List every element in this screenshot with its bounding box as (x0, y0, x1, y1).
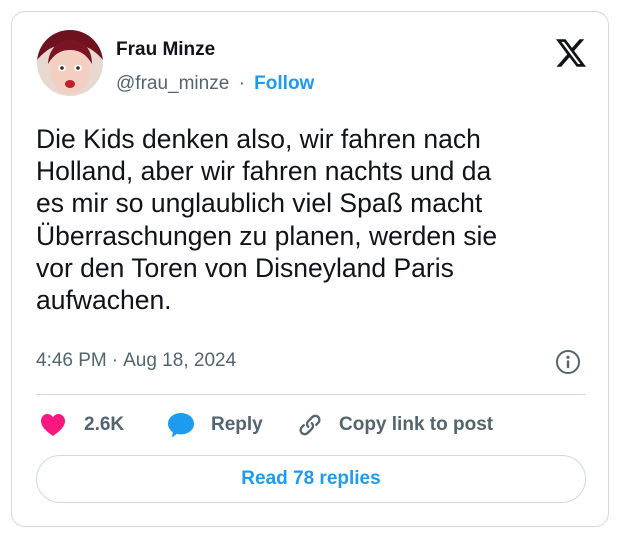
copy-link-button[interactable]: Copy link to post (297, 410, 493, 440)
info-icon[interactable] (555, 349, 581, 375)
avatar-image (37, 30, 103, 96)
like-count: 2.6K (84, 414, 125, 435)
author-name[interactable]: Frau Minze (116, 39, 215, 61)
divider (36, 394, 586, 395)
tweet-date: Aug 18, 2024 (123, 350, 237, 371)
handle-separator: · (238, 73, 245, 94)
author-handle[interactable]: @frau_minze (116, 73, 229, 94)
read-replies-button[interactable]: Read 78 replies (36, 455, 586, 503)
reply-bubble-icon (168, 413, 194, 438)
reply-button[interactable]: Reply (167, 410, 263, 440)
x-logo-icon[interactable] (556, 39, 586, 67)
tweet-timestamp[interactable]: 4:46 PM · Aug 18, 2024 (36, 350, 236, 372)
link-icon (299, 414, 321, 436)
tweet-time: 4:46 PM (36, 350, 107, 371)
reply-label: Reply (211, 414, 263, 435)
heart-icon (41, 414, 65, 436)
tweet-card: Frau Minze @frau_minze · Follow Die Kids… (11, 11, 609, 527)
like-button[interactable]: 2.6K (40, 410, 124, 440)
author-handle-line: @frau_minze · Follow (116, 73, 314, 95)
tweet-text: Die Kids denken also, wir fahren nach Ho… (36, 124, 498, 316)
timestamp-separator: · (111, 350, 119, 371)
copy-link-label: Copy link to post (339, 414, 494, 435)
avatar[interactable] (37, 30, 103, 96)
follow-button[interactable]: Follow (254, 73, 314, 94)
